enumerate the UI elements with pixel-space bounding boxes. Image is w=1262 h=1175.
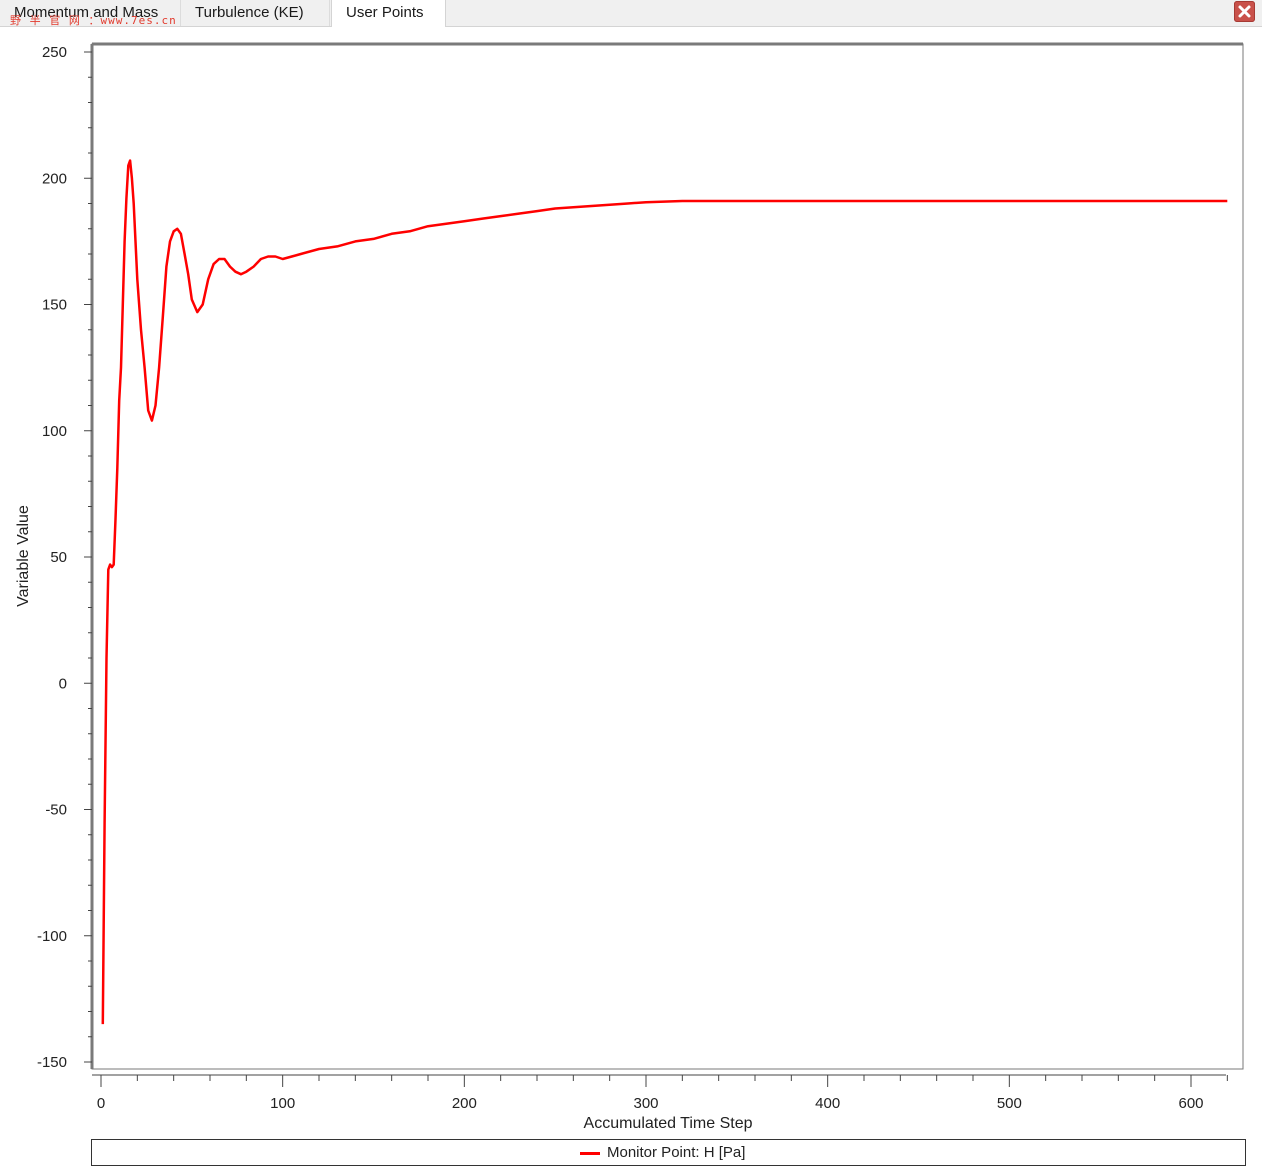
- y-tick-label: 250: [42, 44, 67, 61]
- y-tick-label: 150: [42, 297, 67, 314]
- x-tick-label: 600: [1178, 1095, 1203, 1112]
- x-tick-label: 200: [452, 1095, 477, 1112]
- legend-swatch: [580, 1152, 600, 1155]
- x-tick-label: 100: [270, 1095, 295, 1112]
- x-tick-label: 400: [815, 1095, 840, 1112]
- y-tick-label: 200: [42, 170, 67, 187]
- legend: Monitor Point: H [Pa]: [91, 1139, 1246, 1166]
- y-axis: 250 200 150 100 50 0 -50 -100 -150: [37, 44, 92, 1071]
- y-axis-title: Variable Value: [15, 505, 32, 607]
- y-tick-label: -100: [37, 928, 67, 945]
- y-tick-label: 0: [59, 675, 67, 692]
- chart: 0 100 200 300 400 500 600 250200150100500-50-1…: [15, 42, 1244, 1132]
- legend-label: Monitor Point: H [Pa]: [607, 1144, 746, 1161]
- x-axis-title: Accumulated Time Step: [584, 1115, 753, 1132]
- y-tick-label: -150: [37, 1054, 67, 1071]
- plot-area: [91, 43, 1244, 1070]
- x-axis: 0 100 200 300 400 500 600: [92, 1074, 1228, 1112]
- y-tick-label: 50: [50, 549, 67, 566]
- plot-frame: [90, 42, 1244, 1070]
- x-tick-label: 300: [633, 1095, 658, 1112]
- y-tick-label: 100: [42, 423, 67, 440]
- x-tick-label: 0: [97, 1095, 105, 1112]
- x-tick-label: 500: [997, 1095, 1022, 1112]
- y-tick-label: -50: [45, 802, 67, 819]
